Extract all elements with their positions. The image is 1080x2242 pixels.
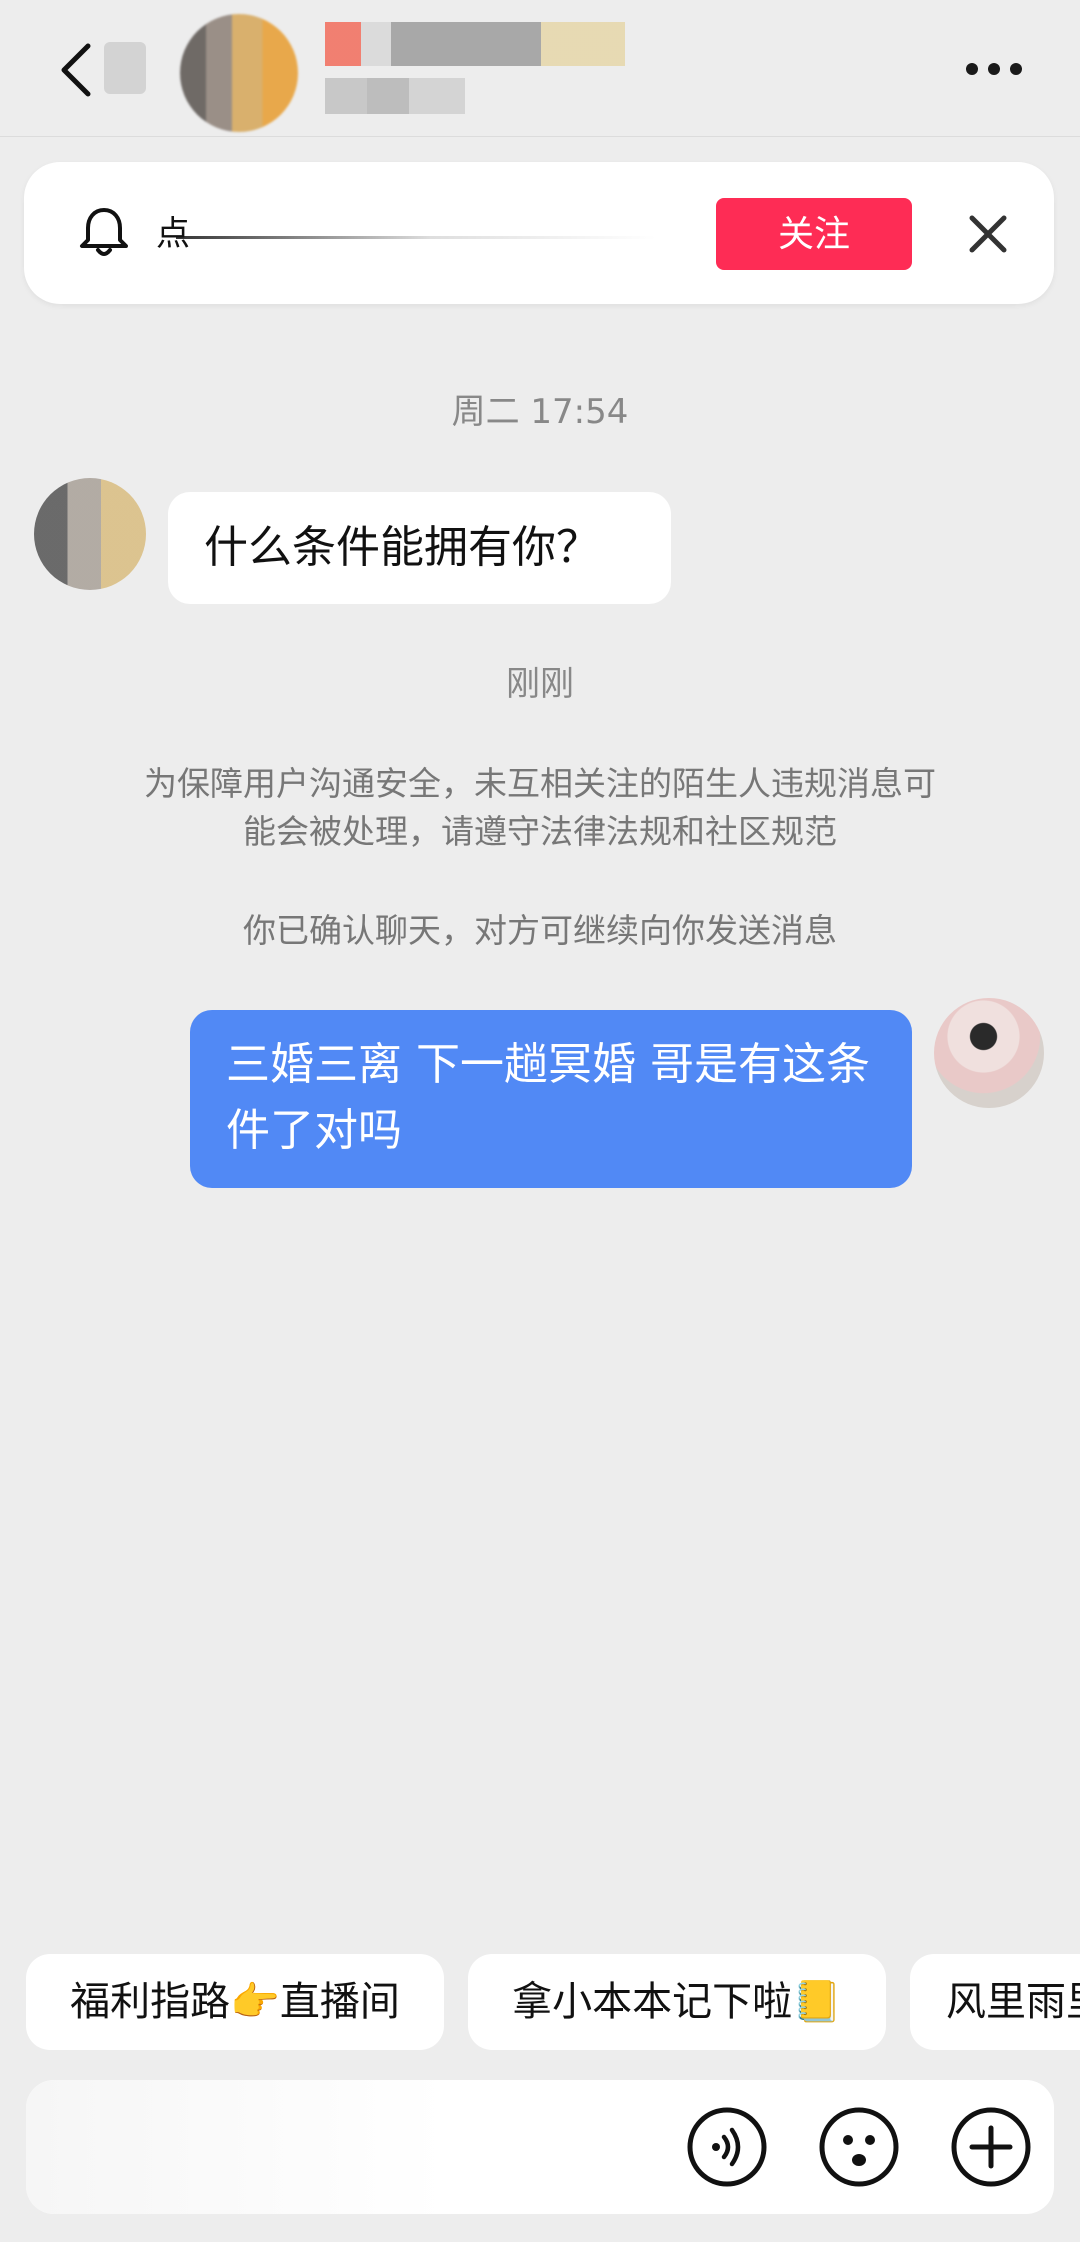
notice-text: 点 — [156, 206, 656, 262]
more-horizontal-icon[interactable] — [962, 58, 1026, 78]
contact-name-redacted — [325, 22, 625, 66]
message-input-field[interactable] — [26, 2080, 446, 2214]
voice-icon[interactable] — [686, 2106, 768, 2188]
system-chat-confirmed: 你已确认聊天，对方可继续向你发送消息 — [243, 911, 837, 950]
my-avatar[interactable] — [934, 998, 1044, 1108]
sender-avatar[interactable] — [34, 478, 146, 590]
timestamp: 周二 17:54 — [451, 392, 629, 432]
timestamp: 刚刚 — [506, 664, 574, 704]
chevron-left-icon[interactable] — [52, 38, 100, 102]
quick-reply-chip[interactable]: 福利指路👉直播间 — [26, 1954, 444, 2050]
message-input-bar[interactable] — [26, 2080, 1054, 2214]
redacted-badge — [104, 42, 146, 94]
quick-reply-chip[interactable]: 风里雨里 — [910, 1954, 1080, 2050]
quick-reply-bar: 福利指路👉直播间 拿小本本记下啦📒 风里雨里 — [0, 1954, 1080, 2052]
follow-notice-card: 点 关注 — [24, 162, 1054, 304]
quick-reply-chip[interactable]: 拿小本本记下啦📒 — [468, 1954, 886, 2050]
chat-header — [0, 0, 1080, 137]
incoming-message[interactable]: 什么条件能拥有你？ — [168, 492, 671, 604]
close-icon[interactable] — [962, 208, 1014, 260]
follow-button[interactable]: 关注 — [716, 198, 912, 270]
plus-icon[interactable] — [950, 2106, 1032, 2188]
emoji-icon[interactable] — [818, 2106, 900, 2188]
contact-status-redacted — [325, 78, 465, 114]
contact-avatar[interactable] — [180, 14, 298, 132]
bell-icon — [80, 208, 128, 256]
system-safety-notice: 为保障用户沟通安全，未互相关注的陌生人违规消息可能会被处理，请遵守法律法规和社区… — [144, 764, 936, 851]
outgoing-message[interactable]: 三婚三离 下一趟冥婚 哥是有这条件了对吗 — [190, 1010, 912, 1188]
